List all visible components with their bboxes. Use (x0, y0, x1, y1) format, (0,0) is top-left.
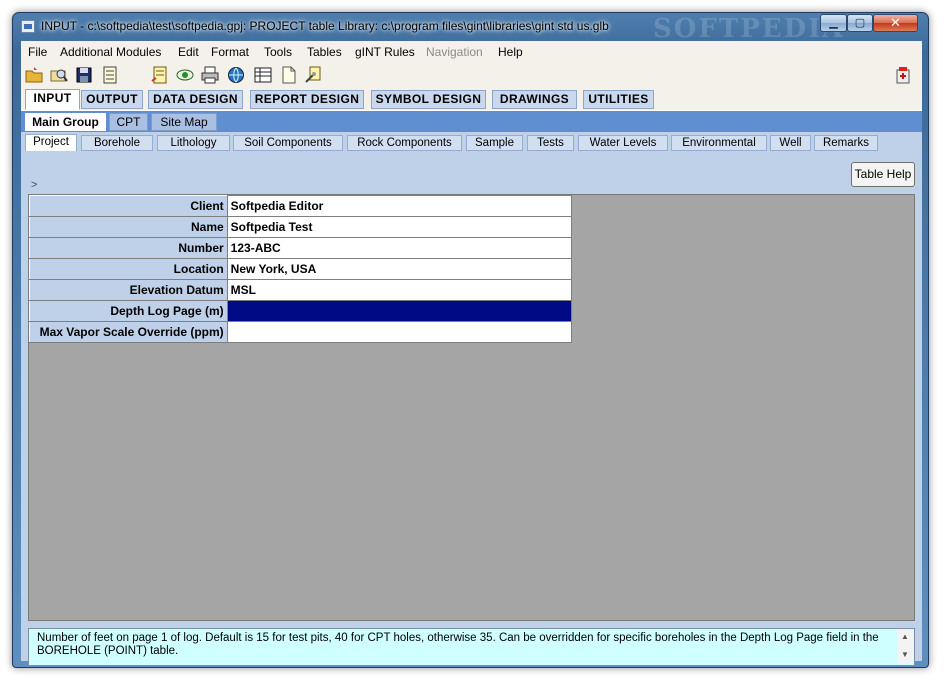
client-field[interactable]: Softpedia Editor (226, 195, 573, 217)
record-control-bar: > Table Help (21, 151, 922, 194)
field-label: Depth Log Page (m) (29, 300, 228, 322)
menu-bar: File Additional Modules Edit Format Tool… (21, 41, 922, 63)
name-field[interactable]: Softpedia Test (226, 216, 573, 238)
title-bar[interactable]: INPUT - c:\softpedia\test\softpedia.gpj:… (13, 13, 928, 44)
number-field[interactable]: 123-ABC (226, 237, 573, 259)
group-tab-cpt[interactable]: CPT (109, 113, 148, 131)
table-tab-lithology[interactable]: Lithology (157, 135, 230, 151)
grid-row: Number 123-ABC (29, 237, 573, 259)
field-label: Location (29, 258, 228, 280)
tab-report-design[interactable]: REPORT DESIGN (250, 90, 364, 109)
tab-output[interactable]: OUTPUT (81, 90, 143, 109)
menu-edit[interactable]: Edit (178, 45, 199, 59)
scroll-up-icon[interactable]: ▲ (901, 632, 909, 641)
tab-data-design[interactable]: DATA DESIGN (148, 90, 243, 109)
globe-icon[interactable] (227, 66, 245, 84)
grid-row: Depth Log Page (m) (29, 300, 573, 322)
application-window: INPUT - c:\softpedia\test\softpedia.gpj:… (12, 12, 929, 668)
menu-navigation[interactable]: Navigation (426, 45, 483, 59)
location-field[interactable]: New York, USA (226, 258, 573, 280)
table-tab-tests[interactable]: Tests (527, 135, 574, 151)
report-icon[interactable] (151, 66, 169, 84)
table-tab-project[interactable]: Project (25, 134, 77, 152)
data-grid-area: Client Softpedia Editor Name Softpedia T… (28, 194, 915, 621)
grid-row: Location New York, USA (29, 258, 573, 280)
grid-row: Elevation Datum MSL (29, 279, 573, 301)
tools-icon[interactable] (305, 66, 323, 84)
table-tab-well[interactable]: Well (770, 135, 811, 151)
current-row-indicator: > (31, 179, 38, 191)
properties-icon[interactable] (101, 66, 119, 84)
field-description-box: Number of feet on page 1 of log. Default… (28, 628, 915, 666)
table-tab-remarks[interactable]: Remarks (814, 135, 878, 151)
table-tab-rock-components[interactable]: Rock Components (347, 135, 462, 151)
minimize-button[interactable]: ▁ (820, 14, 847, 32)
table-tab-bar: Project Borehole Lithology Soil Componen… (21, 132, 922, 152)
grid-row: Name Softpedia Test (29, 216, 573, 238)
client-area: File Additional Modules Edit Format Tool… (21, 41, 922, 666)
scroll-down-icon[interactable]: ▼ (901, 650, 909, 659)
save-icon[interactable] (75, 66, 93, 84)
menu-help[interactable]: Help (498, 45, 523, 59)
table-tab-sample[interactable]: Sample (466, 135, 523, 151)
preview-eye-icon[interactable] (176, 66, 194, 84)
watermark: SOFTPEDIA (653, 14, 845, 44)
maximize-button[interactable]: ▢ (847, 14, 873, 32)
project-field-grid: Client Softpedia Editor Name Softpedia T… (29, 195, 573, 343)
close-button[interactable]: ✕ (873, 14, 918, 32)
max-vapor-scale-field[interactable] (226, 321, 573, 343)
menu-tables[interactable]: Tables (307, 45, 342, 59)
description-scrollbar[interactable]: ▲ ▼ (897, 630, 913, 664)
tab-utilities[interactable]: UTILITIES (583, 90, 654, 109)
new-document-icon[interactable] (280, 66, 298, 84)
table-tab-borehole[interactable]: Borehole (81, 135, 153, 151)
tab-input[interactable]: INPUT (25, 89, 80, 110)
menu-format[interactable]: Format (211, 45, 249, 59)
depth-log-page-field[interactable] (226, 300, 573, 322)
main-tab-bar: INPUT OUTPUT DATA DESIGN REPORT DESIGN S… (21, 89, 922, 110)
tab-drawings[interactable]: DRAWINGS (492, 90, 577, 109)
table-tab-soil-components[interactable]: Soil Components (233, 135, 343, 151)
menu-tools[interactable]: Tools (264, 45, 292, 59)
field-label: Elevation Datum (29, 279, 228, 301)
tab-symbol-design[interactable]: SYMBOL DESIGN (371, 90, 486, 109)
menu-additional-modules[interactable]: Additional Modules (60, 45, 161, 59)
grid-row: Client Softpedia Editor (29, 195, 573, 217)
group-tab-main-group[interactable]: Main Group (25, 113, 106, 131)
field-label: Max Vapor Scale Override (ppm) (29, 321, 228, 343)
table-tab-water-levels[interactable]: Water Levels (578, 135, 668, 151)
table-grid-icon[interactable] (254, 66, 272, 84)
print-icon[interactable] (201, 66, 219, 84)
find-icon[interactable] (50, 66, 68, 84)
group-tab-site-map[interactable]: Site Map (151, 113, 217, 131)
grid-row: Max Vapor Scale Override (ppm) (29, 321, 573, 343)
elevation-datum-field[interactable]: MSL (226, 279, 573, 301)
field-label: Client (29, 195, 228, 217)
app-icon (21, 20, 35, 33)
window-title: INPUT - c:\softpedia\test\softpedia.gpj:… (41, 19, 609, 33)
toolbar (21, 63, 922, 89)
field-description-text: Number of feet on page 1 of log. Default… (37, 632, 879, 657)
menu-gint-rules[interactable]: gINT Rules (355, 45, 415, 59)
exit-icon[interactable] (894, 66, 912, 84)
open-folder-icon[interactable] (25, 66, 43, 84)
table-help-button[interactable]: Table Help (851, 162, 915, 187)
field-label: Name (29, 216, 228, 238)
menu-file[interactable]: File (28, 45, 47, 59)
field-label: Number (29, 237, 228, 259)
group-tab-bar: Main Group CPT Site Map (21, 110, 922, 132)
table-tab-environmental[interactable]: Environmental (671, 135, 767, 151)
